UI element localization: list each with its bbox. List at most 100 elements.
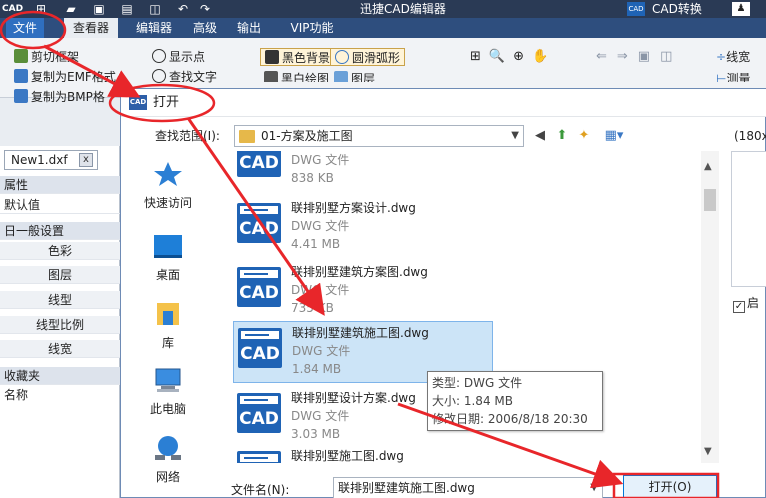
scroll-down-icon[interactable]: ▼ xyxy=(704,446,712,457)
menu-output[interactable]: 输出 xyxy=(232,18,266,38)
desktop-icon xyxy=(154,235,182,258)
doc-tab-label: New1.dxf xyxy=(11,153,68,167)
file-item[interactable]: CAD 联排别墅方案设计.dwg DWG 文件 4.41 MB xyxy=(233,197,493,259)
bw-draw-label: 黑白绘图 xyxy=(281,72,330,82)
file-list-scrollbar[interactable]: ▲ ▼ xyxy=(701,151,719,463)
copy-bmp-label: 复制为BMP格 xyxy=(31,90,105,104)
new-folder-icon[interactable]: ✦ xyxy=(575,127,593,145)
place-network[interactable]: 网络 xyxy=(131,435,205,486)
file-size: 3.03 MB xyxy=(291,427,341,441)
plus-circle-icon xyxy=(152,49,166,63)
smooth-arc-toggle[interactable]: 圆滑弧形 xyxy=(330,48,406,66)
measure-button[interactable]: ⊢测量 xyxy=(716,70,750,82)
layers-button[interactable]: 图层 xyxy=(334,70,375,82)
menu-viewer[interactable]: 查看器 xyxy=(64,18,118,38)
dwg-file-icon: CAD xyxy=(237,151,281,177)
nav-tools[interactable]: ⇐⇒▣◫ xyxy=(596,48,682,66)
tooltip-date: 修改日期: 2006/8/18 20:30 xyxy=(432,412,588,426)
places-bar: 快速访问 桌面 库 此电脑 网络 xyxy=(131,153,205,493)
file-type: DWG 文件 xyxy=(291,219,350,233)
computer-icon xyxy=(155,368,181,392)
open-button[interactable]: 打开(O) xyxy=(623,475,717,498)
close-tab-icon[interactable]: x xyxy=(79,153,93,167)
undo-icon[interactable]: ↶ xyxy=(176,2,190,16)
cad-convert-button[interactable]: CAD转换 xyxy=(652,0,702,18)
find-text-button[interactable]: 查找文字 xyxy=(152,68,217,86)
linewidth-button[interactable]: ÷线宽 xyxy=(716,48,750,66)
measure-icon: ⊢ xyxy=(716,72,727,82)
dwg-file-icon: CAD xyxy=(238,328,282,368)
place-desktop[interactable]: 桌面 xyxy=(131,233,205,284)
bw-icon xyxy=(264,71,278,82)
new-file-icon[interactable]: ⊞ xyxy=(34,2,48,16)
place-library[interactable]: 库 xyxy=(131,301,205,352)
filename-input[interactable]: 联排别墅建筑施工图.dwg ▼ xyxy=(333,477,603,498)
account-icon[interactable]: ♟ xyxy=(732,2,750,16)
scroll-up-icon[interactable]: ▲ xyxy=(704,161,712,172)
open-folder-icon[interactable]: ▰ xyxy=(64,2,78,16)
app-window: CAD ⊞ ▰ ▣ ▤ ◫ ↶ ↷ 迅捷CAD编辑器 CAD CAD转换 ♟ 文… xyxy=(0,0,766,498)
redo-icon[interactable]: ↷ xyxy=(198,2,212,16)
file-tooltip: 类型: DWG 文件 大小: 1.84 MB 修改日期: 2006/8/18 2… xyxy=(427,371,603,431)
file-size: 4.41 MB xyxy=(291,237,341,251)
menu-editor[interactable]: 编辑器 xyxy=(130,18,178,38)
view-menu-icon[interactable]: ▦▾ xyxy=(599,127,629,145)
place-label: 库 xyxy=(161,336,174,350)
file-name: 联排别墅施工图.dwg xyxy=(291,449,404,463)
file-size: 838 KB xyxy=(291,171,334,185)
copy-bmp-button[interactable]: 复制为BMP格 xyxy=(14,88,114,106)
menu-advanced[interactable]: 高级 xyxy=(188,18,222,38)
print-icon[interactable]: ▤ xyxy=(120,2,134,16)
setting-linetype[interactable]: 线型 xyxy=(0,291,120,309)
place-label: 桌面 xyxy=(155,268,180,282)
file-size: 1.84 MB xyxy=(292,362,342,376)
default-value-row: 默认值 xyxy=(0,196,120,214)
menu-vip[interactable]: VIP功能 xyxy=(282,18,342,38)
file-name: 联排别墅建筑施工图.dwg xyxy=(292,326,429,340)
place-this-pc[interactable]: 此电脑 xyxy=(131,367,205,418)
dwg-file-icon: CAD xyxy=(237,203,281,243)
general-settings-group[interactable]: 日一般设置 xyxy=(0,222,120,240)
scroll-thumb[interactable] xyxy=(704,189,716,211)
black-bg-icon xyxy=(265,50,279,64)
place-label: 网络 xyxy=(155,470,180,484)
save-icon[interactable]: ▣ xyxy=(92,2,106,16)
file-item[interactable]: CAD DWG 文件 838 KB xyxy=(233,151,493,193)
layers-label: 图层 xyxy=(351,72,376,82)
setting-layer[interactable]: 图层 xyxy=(0,266,120,284)
linewidth-label: 线宽 xyxy=(726,50,751,64)
clip-icon xyxy=(14,49,28,63)
file-item[interactable]: CAD 联排别墅施工图.dwg xyxy=(233,445,493,463)
zoom-tools[interactable]: ⊞🔍⊕✋ xyxy=(470,48,556,66)
file-item[interactable]: CAD 联排别墅建筑方案图.dwg DWG 文件 735 KB xyxy=(233,261,493,323)
setting-color[interactable]: 色彩 xyxy=(0,242,120,260)
setting-linetype-scale[interactable]: 线型比例 xyxy=(0,316,120,334)
back-icon[interactable]: ◀ xyxy=(531,127,549,145)
print-preview-icon[interactable]: ◫ xyxy=(148,2,162,16)
doc-tab[interactable]: New1.dxf x xyxy=(4,150,98,170)
up-folder-icon[interactable]: ⬆ xyxy=(553,127,571,145)
dialog-title: 打开 xyxy=(153,95,180,110)
look-in-select[interactable]: 01-方案及施工图 ▼ xyxy=(234,125,524,147)
clip-frame-button[interactable]: 剪切框架 xyxy=(14,48,79,66)
filename-label: 文件名(N): xyxy=(231,483,290,497)
place-label: 此电脑 xyxy=(149,402,186,416)
copy-emf-button[interactable]: 复制为EMF格式 xyxy=(14,68,116,86)
search-icon xyxy=(152,69,166,83)
place-quick-access[interactable]: 快速访问 xyxy=(131,161,205,212)
setting-linewidth[interactable]: 线宽 xyxy=(0,340,120,358)
menu-file[interactable]: 文件 xyxy=(6,18,44,38)
app-logo: CAD xyxy=(2,4,24,14)
look-in-label: 查找范围(I): xyxy=(155,129,220,143)
chevron-down-icon[interactable]: ▼ xyxy=(590,482,598,493)
show-points-button[interactable]: 显示点 xyxy=(152,48,205,66)
title-bar: CAD ⊞ ▰ ▣ ▤ ◫ ↶ ↷ 迅捷CAD编辑器 CAD CAD转换 ♟ xyxy=(0,0,766,18)
bw-draw-toggle[interactable]: 黑白绘图 xyxy=(264,70,329,82)
preview-size-label: (180x xyxy=(734,129,766,143)
properties-header: 属性 xyxy=(0,176,120,194)
preview-checkbox[interactable]: ✓ 启 xyxy=(733,295,759,313)
file-type: DWG 文件 xyxy=(292,344,351,358)
smooth-arc-label: 圆滑弧形 xyxy=(352,51,401,65)
cad-convert-icon: CAD xyxy=(627,2,645,16)
black-bg-toggle[interactable]: 黑色背景 xyxy=(260,48,336,66)
